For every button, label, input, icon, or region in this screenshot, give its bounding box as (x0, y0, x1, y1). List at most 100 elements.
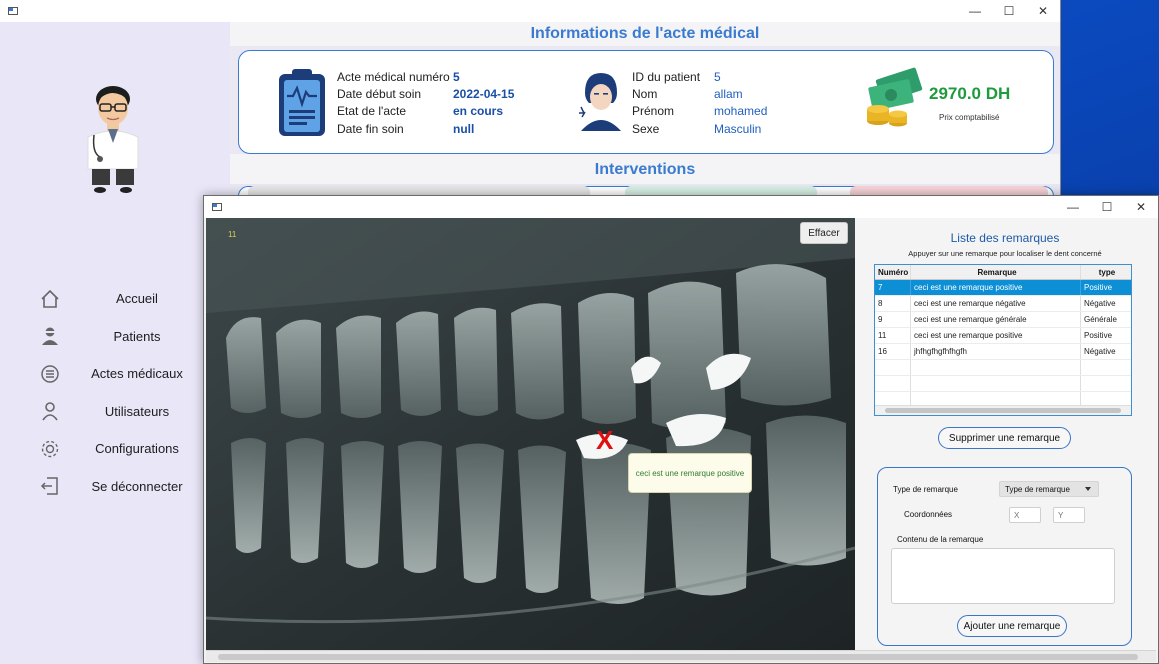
clipboard-icon (279, 69, 325, 136)
cell-remarque: ceci est une remarque générale (911, 312, 1081, 327)
add-remark-form: Type de remarque Type de remarque Coordo… (877, 467, 1132, 646)
table-header: Numéro Remarque type (875, 265, 1131, 280)
sidebar-item-se-deconnecter[interactable]: Se déconnecter (38, 468, 228, 506)
app-icon (8, 7, 18, 15)
column-header-type[interactable]: type (1081, 265, 1130, 279)
nom-label: Nom (632, 87, 658, 101)
scrollbar-thumb[interactable] (218, 654, 1138, 660)
contenu-remarque-textarea[interactable] (891, 548, 1115, 604)
table-row[interactable]: 16 jhfhgfhgfhfhgfh Négative (875, 344, 1131, 360)
remarks-window: — ☐ ✕ 11 Effacer X ceci est une remarque… (203, 195, 1159, 664)
logout-icon (38, 474, 62, 498)
table-row[interactable]: 7 ceci est une remarque positive Positiv… (875, 280, 1131, 296)
sidebar: Accueil Patients Actes médicaux Utilisat… (0, 22, 230, 664)
close-button[interactable]: ✕ (1124, 196, 1158, 218)
sexe-value: Masculin (714, 122, 762, 136)
remarks-panel: Liste des remarques Appuyer sur une rema… (855, 218, 1158, 650)
cell-numero: 8 (875, 296, 911, 311)
info-card: Acte médical numéro 5 Date début soin 20… (238, 50, 1054, 154)
cell-type: Positive (1084, 283, 1113, 292)
gear-icon (38, 437, 62, 461)
sidebar-item-label: Configurations (95, 441, 179, 457)
sexe-label: Sexe (632, 122, 660, 136)
minimize-button[interactable]: — (1056, 196, 1090, 218)
home-icon (38, 287, 62, 311)
table-row[interactable]: 11 ceci est une remarque positive Positi… (875, 328, 1131, 344)
sidebar-item-actes-medicaux[interactable]: Actes médicaux (38, 355, 228, 393)
supprimer-remarque-button[interactable]: Supprimer une remarque (938, 427, 1071, 449)
patient-icon (38, 324, 62, 348)
interventions-section-title: Interventions (594, 161, 696, 178)
maximize-button[interactable]: ☐ (992, 0, 1026, 22)
xray-horizontal-scrollbar[interactable] (206, 650, 1156, 662)
nom-value: allam (714, 87, 743, 101)
table-row[interactable]: 8 ceci est une remarque négative Négativ… (875, 296, 1131, 312)
remarks-title: Liste des remarques (950, 231, 1060, 245)
main-titlebar: — ☐ ✕ (0, 0, 1060, 22)
prenom-label: Prénom (632, 104, 675, 118)
column-header-remarque[interactable]: Remarque (911, 265, 1081, 279)
sidebar-item-utilisateurs[interactable]: Utilisateurs (38, 393, 228, 431)
sidebar-item-configurations[interactable]: Configurations (38, 430, 228, 468)
date-fin-label: Date fin soin (337, 122, 404, 136)
cell-numero: 7 (875, 280, 911, 295)
sidebar-item-patients[interactable]: Patients (38, 318, 228, 356)
patient-avatar-icon (579, 73, 621, 131)
date-debut-label: Date début soin (337, 87, 422, 101)
sidebar-item-label: Se déconnecter (91, 478, 183, 494)
remark-counter: 11 (228, 230, 237, 239)
doctor-avatar-icon (87, 86, 139, 193)
etat-acte-label: Etat de l'acte (337, 104, 406, 118)
contenu-remarque-label: Contenu de la remarque (897, 535, 984, 544)
cell-remarque: ceci est une remarque positive (911, 328, 1081, 343)
type-remarque-label: Type de remarque (893, 485, 958, 494)
acte-numero-label: Acte médical numéro (337, 70, 450, 84)
column-header-numero[interactable]: Numéro (875, 265, 911, 279)
sidebar-item-label: Utilisateurs (104, 403, 170, 419)
table-row-empty (875, 376, 1131, 392)
acte-numero-value: 5 (453, 70, 460, 84)
id-patient-value: 5 (714, 70, 721, 84)
cell-type: Négative (1084, 299, 1116, 308)
prenom-value: mohamed (714, 104, 768, 118)
table-row[interactable]: 9 ceci est une remarque générale Général… (875, 312, 1131, 328)
remark-location-marker: X (596, 425, 614, 455)
cell-numero: 16 (875, 344, 911, 359)
info-section-title: Informations de l'acte médical (530, 25, 760, 42)
cell-remarque: ceci est une remarque négative (911, 296, 1081, 311)
dental-xray-canvas[interactable]: 11 Effacer X ceci est une remarque posit… (206, 218, 855, 650)
close-button[interactable]: ✕ (1026, 0, 1060, 22)
table-horizontal-scrollbar[interactable] (875, 405, 1131, 415)
cell-remarque: jhfhgfhgfhfhgfh (911, 344, 1081, 359)
remarks-table: Numéro Remarque type 7 ceci est une rema… (874, 264, 1132, 416)
list-circle-icon (38, 362, 62, 386)
date-debut-value: 2022-04-15 (453, 87, 515, 101)
minimize-button[interactable]: — (958, 0, 992, 22)
maximize-button[interactable]: ☐ (1090, 196, 1124, 218)
scrollbar-thumb[interactable] (885, 408, 1121, 413)
coord-y-input[interactable] (1053, 507, 1085, 523)
effacer-button[interactable]: Effacer (800, 222, 848, 244)
sidebar-item-accueil[interactable]: Accueil (38, 280, 228, 318)
id-patient-label: ID du patient (632, 70, 701, 84)
sidebar-nav: Accueil Patients Actes médicaux Utilisat… (38, 280, 228, 505)
user-icon (38, 399, 62, 423)
select-value: Type de remarque (1005, 484, 1070, 494)
etat-acte-value: en cours (453, 104, 504, 118)
type-remarque-select[interactable]: Type de remarque (999, 481, 1099, 497)
chevron-down-icon (1085, 487, 1091, 491)
sidebar-item-label: Accueil (116, 291, 158, 307)
date-fin-value: null (453, 122, 475, 136)
money-icon (867, 67, 923, 127)
ajouter-remarque-button[interactable]: Ajouter une remarque (957, 615, 1067, 637)
prix-montant: 2970.0 DH (929, 84, 1011, 103)
coordonnees-label: Coordonnées (904, 510, 953, 519)
coord-x-input[interactable] (1009, 507, 1041, 523)
popup-titlebar: — ☐ ✕ (204, 196, 1158, 218)
dental-xray-image (206, 218, 855, 650)
cell-remarque: ceci est une remarque positive (911, 280, 1081, 295)
sidebar-item-label: Patients (113, 328, 161, 344)
app-icon (212, 203, 222, 211)
cell-type: Positive (1084, 331, 1113, 340)
cell-type: Générale (1084, 315, 1117, 324)
